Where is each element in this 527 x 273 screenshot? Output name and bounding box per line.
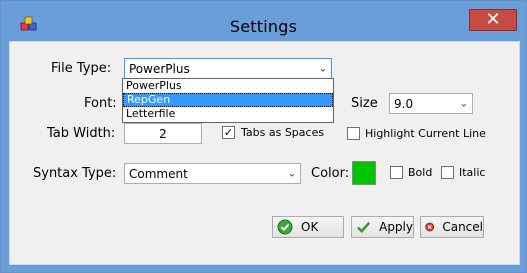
chevron-down-icon: ⌄	[459, 98, 468, 109]
size-value: 9.0	[394, 96, 414, 111]
ok-label: OK	[301, 220, 319, 234]
tab-width-input[interactable]: 2	[124, 123, 202, 144]
font-label: Font:	[84, 96, 117, 111]
settings-window: Settings ✕ File Type: PowerPlus ⌄ Font: …	[0, 0, 527, 273]
tabs-as-spaces-checkbox[interactable]: ✓	[222, 126, 235, 139]
bold-checkbox[interactable]	[390, 166, 403, 179]
chevron-down-icon: ⌄	[318, 63, 327, 74]
highlight-line-checkbox[interactable]	[347, 127, 360, 140]
file-type-label: File Type:	[51, 61, 112, 76]
syntax-type-label: Syntax Type:	[33, 166, 117, 181]
file-type-dropdown-list: PowerPlus RepGen Letterfile	[122, 78, 334, 123]
apply-label: Apply	[379, 220, 413, 234]
italic-checkbox[interactable]	[441, 166, 454, 179]
color-swatch[interactable]	[352, 161, 376, 185]
close-icon: ✕	[485, 9, 501, 30]
file-type-select[interactable]: PowerPlus ⌄	[124, 58, 332, 79]
tab-width-label: Tab Width:	[47, 126, 116, 141]
chevron-down-icon: ⌄	[287, 168, 296, 179]
size-select[interactable]: 9.0 ⌄	[389, 93, 473, 114]
title-bar[interactable]: Settings ✕	[1, 1, 526, 41]
checkmark-circle-icon	[277, 219, 293, 235]
window-title: Settings	[229, 17, 298, 36]
settings-panel: File Type: PowerPlus ⌄ Font: ⌄ Size 9.0 …	[9, 41, 520, 265]
italic-label: Italic	[459, 166, 486, 179]
cancel-label: Cancel	[442, 220, 483, 234]
syntax-type-value: Comment	[129, 166, 188, 181]
syntax-type-select[interactable]: Comment ⌄	[124, 163, 301, 184]
file-type-option-selected[interactable]: RepGen	[123, 93, 333, 107]
tabs-as-spaces-label: Tabs as Spaces	[241, 126, 325, 139]
cancel-button[interactable]: Cancel	[420, 216, 484, 238]
cancel-circle-icon	[425, 222, 435, 232]
close-button[interactable]: ✕	[469, 9, 517, 31]
size-label: Size	[351, 96, 378, 111]
file-type-value: PowerPlus	[129, 61, 190, 76]
file-type-option[interactable]: PowerPlus	[123, 79, 333, 93]
checkmark-icon	[357, 221, 371, 234]
color-label: Color:	[311, 166, 350, 181]
ok-button[interactable]: OK	[272, 216, 344, 238]
tab-width-value: 2	[159, 126, 167, 141]
bold-label: Bold	[408, 166, 433, 179]
apply-button[interactable]: Apply	[351, 216, 414, 238]
file-type-option[interactable]: Letterfile	[123, 107, 333, 121]
highlight-line-label: Highlight Current Line	[365, 127, 486, 140]
